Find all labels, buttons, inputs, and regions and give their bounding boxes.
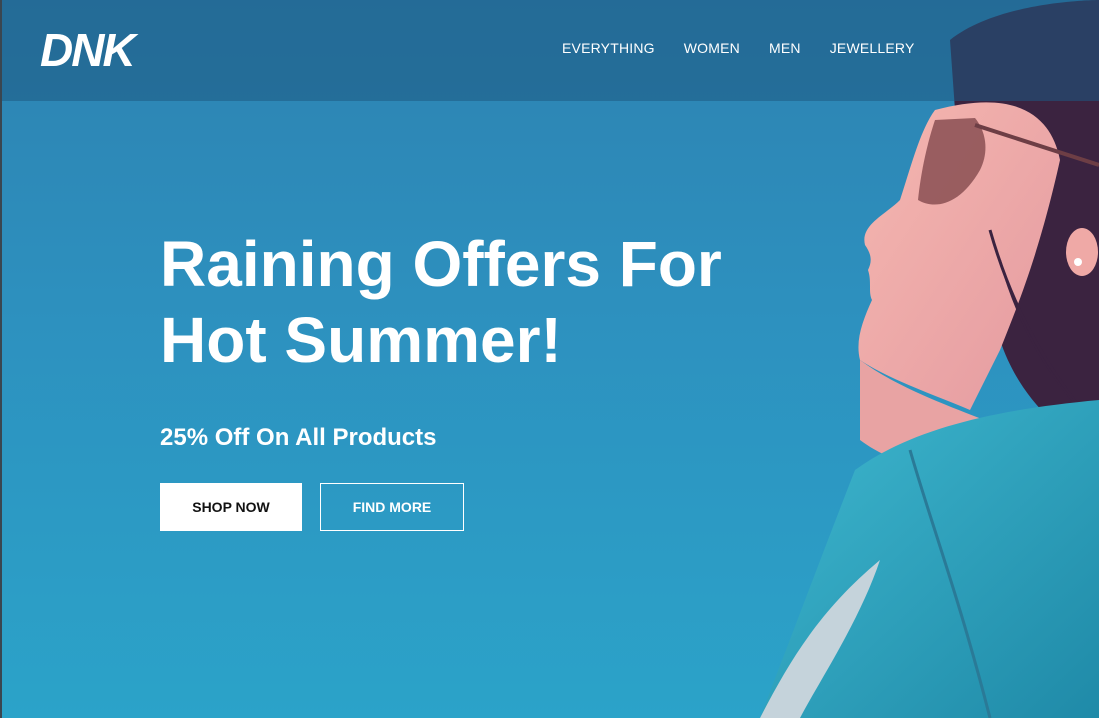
hero-page: DNK EVERYTHING WOMEN MEN JEWELLERY Raini…	[0, 0, 1099, 718]
nav-item-women[interactable]: WOMEN	[684, 40, 740, 56]
hero-image	[760, 0, 1099, 718]
site-header: DNK EVERYTHING WOMEN MEN JEWELLERY	[2, 0, 1099, 101]
brand-logo[interactable]: DNK	[38, 22, 158, 74]
hero-title: Raining Offers For Hot Summer!	[160, 226, 800, 378]
find-more-button[interactable]: FIND MORE	[320, 483, 464, 531]
nav-item-men[interactable]: MEN	[769, 40, 801, 56]
shop-now-button[interactable]: SHOP NOW	[160, 483, 302, 531]
hero-subtitle: 25% Off On All Products	[160, 424, 437, 451]
main-nav: EVERYTHING WOMEN MEN JEWELLERY	[562, 40, 944, 56]
hero-title-line-2: Hot Summer!	[160, 304, 562, 376]
nav-item-jewellery[interactable]: JEWELLERY	[830, 40, 915, 56]
hero-title-line-1: Raining Offers For	[160, 228, 722, 300]
nav-item-everything[interactable]: EVERYTHING	[562, 40, 655, 56]
window-edge	[0, 0, 2, 718]
svg-text:DNK: DNK	[40, 24, 138, 74]
